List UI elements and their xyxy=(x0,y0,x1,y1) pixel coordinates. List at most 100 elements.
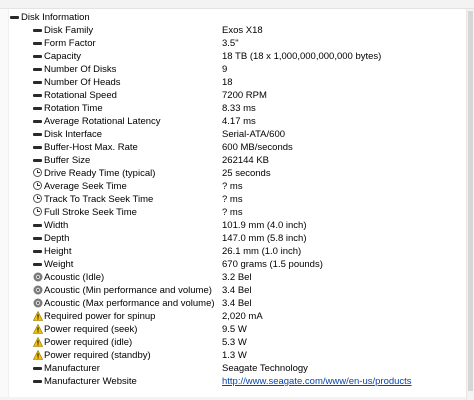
row-value: 3.2 Bel xyxy=(222,272,252,283)
dash-icon xyxy=(33,64,43,74)
row-value: ? ms xyxy=(222,207,243,218)
clock-icon xyxy=(33,207,43,217)
dash-icon xyxy=(33,363,43,373)
table-row[interactable]: Power required (standby) 1.3 W xyxy=(9,349,466,362)
row-label: Acoustic (Min performance and volume) xyxy=(44,285,212,296)
row-value: 147.0 mm (5.8 inch) xyxy=(222,233,307,244)
row-value: 600 MB/seconds xyxy=(222,142,293,153)
dash-icon xyxy=(33,142,43,152)
section-dash-icon xyxy=(10,12,20,22)
clock-icon xyxy=(33,194,43,204)
row-value: 3.4 Bel xyxy=(222,285,252,296)
dash-icon xyxy=(33,233,43,243)
row-label: Buffer-Host Max. Rate xyxy=(44,142,138,153)
row-value: 9.5 W xyxy=(222,324,247,335)
row-value: ? ms xyxy=(222,194,243,205)
row-value: 3.4 Bel xyxy=(222,298,252,309)
row-label: Height xyxy=(44,246,72,257)
row-label: Full Stroke Seek Time xyxy=(44,207,137,218)
table-row[interactable]: Buffer Size 262144 KB xyxy=(9,154,466,167)
speaker-icon xyxy=(33,272,43,282)
table-row[interactable]: Acoustic (Idle) 3.2 Bel xyxy=(9,271,466,284)
warning-icon xyxy=(33,311,43,321)
table-row[interactable]: Power required (seek) 9.5 W xyxy=(9,323,466,336)
table-row[interactable]: Manufacturer Seagate Technology xyxy=(9,362,466,375)
dash-icon xyxy=(33,116,43,126)
row-label: Power required (idle) xyxy=(44,337,133,348)
table-row[interactable]: Disk Family Exos X18 xyxy=(9,24,466,37)
dash-icon xyxy=(33,51,43,61)
clock-icon xyxy=(33,181,43,191)
row-label: Drive Ready Time (typical) xyxy=(44,168,156,179)
row-label: Number Of Heads xyxy=(44,77,121,88)
table-row[interactable]: Height 26.1 mm (1.0 inch) xyxy=(9,245,466,258)
table-row[interactable]: Drive Ready Time (typical) 25 seconds xyxy=(9,167,466,180)
row-value: 18 xyxy=(222,77,233,88)
table-row[interactable]: Average Rotational Latency 4.17 ms xyxy=(9,115,466,128)
row-label: Rotational Speed xyxy=(44,90,117,101)
table-row[interactable]: Disk Interface Serial-ATA/600 xyxy=(9,128,466,141)
disk-info-list[interactable]: Disk Information Disk Family Exos X18 Form… xyxy=(8,9,466,397)
table-row[interactable]: Power required (idle) 5.3 W xyxy=(9,336,466,349)
row-label: Capacity xyxy=(44,51,81,62)
row-value: 18 TB (18 x 1,000,000,000,000 bytes) xyxy=(222,51,382,62)
section-title: Disk Information xyxy=(21,12,90,23)
row-value: 7200 RPM xyxy=(222,90,267,101)
row-label: Form Factor xyxy=(44,38,96,49)
warning-icon xyxy=(33,337,43,347)
table-row[interactable]: Buffer-Host Max. Rate 600 MB/seconds xyxy=(9,141,466,154)
dash-icon xyxy=(33,77,43,87)
dash-icon xyxy=(33,90,43,100)
row-value: 9 xyxy=(222,64,228,75)
table-row[interactable]: Required power for spinup 2,020 mA xyxy=(9,310,466,323)
row-value: Seagate Technology xyxy=(222,363,308,374)
clock-icon xyxy=(33,168,43,178)
dash-icon xyxy=(33,220,43,230)
row-value: 26.1 mm (1.0 inch) xyxy=(222,246,302,257)
scrollbar-thumb[interactable] xyxy=(468,11,473,391)
row-label: Depth xyxy=(44,233,70,244)
row-label: Weight xyxy=(44,259,74,270)
section-header-disk-information[interactable]: Disk Information xyxy=(9,11,466,24)
dash-icon xyxy=(33,38,43,48)
table-row[interactable]: Depth 147.0 mm (5.8 inch) xyxy=(9,232,466,245)
dash-icon xyxy=(33,25,43,35)
table-row[interactable]: Rotational Speed 7200 RPM xyxy=(9,89,466,102)
table-row[interactable]: Capacity 18 TB (18 x 1,000,000,000,000 by… xyxy=(9,50,466,63)
table-row[interactable]: Track To Track Seek Time ? ms xyxy=(9,193,466,206)
table-row[interactable]: Acoustic (Min performance and volume) 3.4… xyxy=(9,284,466,297)
row-label: Rotation Time xyxy=(44,103,103,114)
row-value: 4.17 ms xyxy=(222,116,256,127)
table-row[interactable]: Number Of Heads 18 xyxy=(9,76,466,89)
dash-icon xyxy=(33,103,43,113)
tree-gutter xyxy=(0,9,8,400)
manufacturer-website-link[interactable]: http://www.seagate.com/www/en-us/product… xyxy=(222,375,412,388)
dash-icon xyxy=(33,376,43,386)
row-value: 262144 KB xyxy=(222,155,270,166)
row-value: Serial-ATA/600 xyxy=(222,129,286,140)
row-value: 25 seconds xyxy=(222,168,271,179)
speaker-icon xyxy=(33,298,43,308)
row-label: Track To Track Seek Time xyxy=(44,194,154,205)
row-value: 670 grams (1.5 pounds) xyxy=(222,259,323,270)
table-row[interactable]: Number Of Disks 9 xyxy=(9,63,466,76)
row-label: Average Seek Time xyxy=(44,181,127,192)
warning-icon xyxy=(33,350,43,360)
table-row[interactable]: Weight 670 grams (1.5 pounds) xyxy=(9,258,466,271)
table-row[interactable]: Average Seek Time ? ms xyxy=(9,180,466,193)
table-row[interactable]: Acoustic (Max performance and volume) 3.4… xyxy=(9,297,466,310)
table-row[interactable]: Form Factor 3.5" xyxy=(9,37,466,50)
dash-icon xyxy=(33,155,43,165)
vertical-scrollbar[interactable] xyxy=(466,9,474,400)
row-label: Manufacturer Website xyxy=(44,376,137,387)
row-label: Manufacturer xyxy=(44,363,100,374)
table-row[interactable]: Rotation Time 8.33 ms xyxy=(9,102,466,115)
row-label: Disk Family xyxy=(44,25,94,36)
table-row[interactable]: Full Stroke Seek Time ? ms xyxy=(9,206,466,219)
table-row[interactable]: Width 101.9 mm (4.0 inch) xyxy=(9,219,466,232)
dash-icon xyxy=(33,246,43,256)
row-label: Acoustic (Idle) xyxy=(44,272,105,283)
table-row[interactable]: Manufacturer Website http://www.seagate.c… xyxy=(9,375,466,388)
row-label: Average Rotational Latency xyxy=(44,116,161,127)
top-toolbar-strip xyxy=(0,0,474,9)
